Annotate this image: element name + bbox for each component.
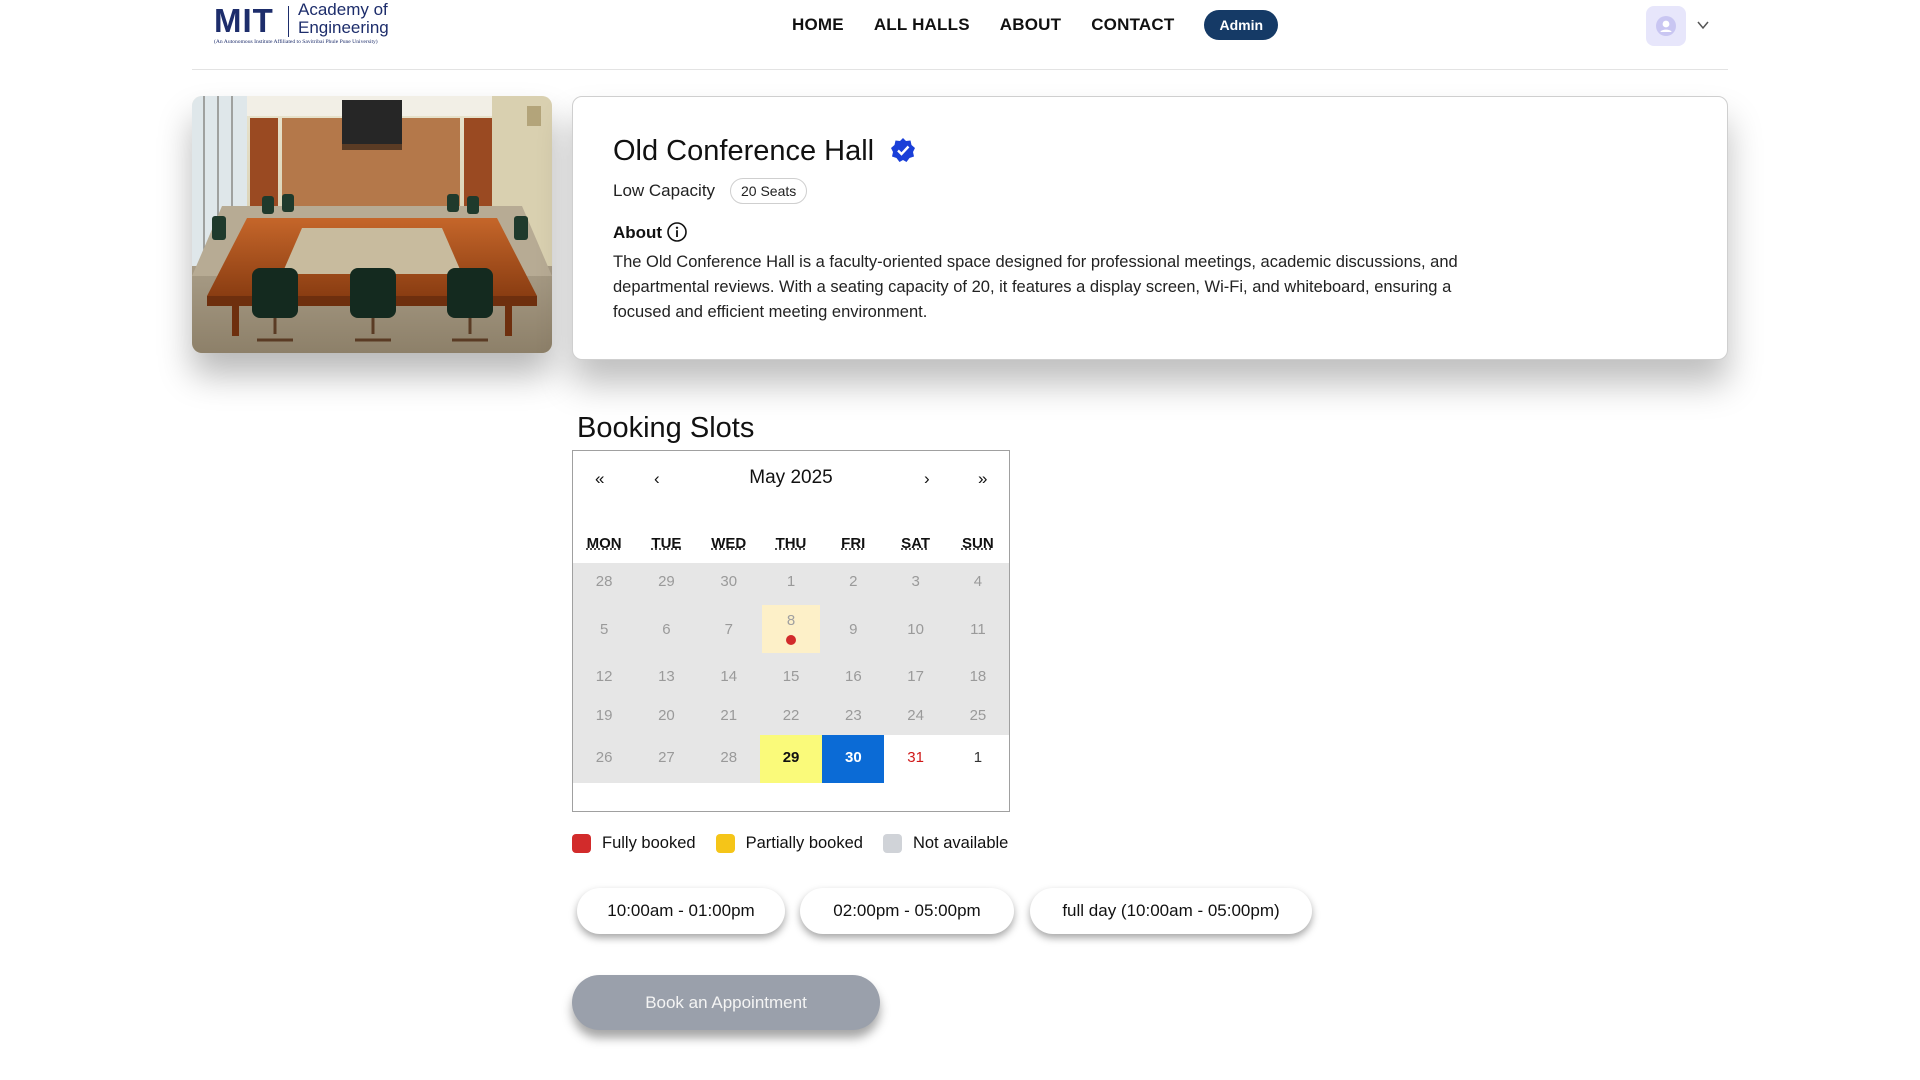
- logo-subtitle: (An Autonomous Institute Affiliated to S…: [214, 39, 378, 45]
- calendar-day[interactable]: 8: [760, 612, 822, 629]
- weekday-mon: MON: [586, 535, 622, 552]
- calendar-day[interactable]: 19: [573, 707, 635, 724]
- booking-title: Booking Slots: [577, 412, 755, 444]
- booked-indicator-dot: [786, 635, 797, 645]
- calendar-day[interactable]: 18: [947, 668, 1009, 685]
- logo[interactable]: MIT Academy of Engineering (An Autonomou…: [214, 0, 424, 52]
- legend-label: Not available: [912, 834, 1009, 852]
- slot-morning-button[interactable]: 10:00am - 01:00pm: [577, 888, 785, 934]
- calendar-month[interactable]: May 2025: [573, 467, 1009, 489]
- calendar-day[interactable]: 29: [760, 749, 822, 766]
- weekday-thu: THU: [775, 535, 807, 552]
- header: MIT Academy of Engineering (An Autonomou…: [192, 0, 1728, 70]
- admin-button[interactable]: Admin: [1204, 10, 1279, 40]
- calendar-day[interactable]: 29: [635, 573, 697, 590]
- weekday-sat: SAT: [901, 535, 930, 552]
- nav-home[interactable]: HOME: [792, 15, 844, 35]
- calendar-day[interactable]: 17: [885, 668, 947, 685]
- chevron-down-icon[interactable]: [1696, 18, 1710, 32]
- hall-description: The Old Conference Hall is a faculty-ori…: [613, 253, 1458, 321]
- weekday-fri: FRI: [841, 535, 866, 552]
- calendar-day[interactable]: 22: [760, 707, 822, 724]
- calendar-day[interactable]: 26: [573, 749, 635, 766]
- calendar-day[interactable]: 5: [573, 621, 635, 638]
- logo-name: Academy of Engineering: [298, 0, 389, 37]
- calendar-day[interactable]: 28: [698, 749, 760, 766]
- calendar-day[interactable]: 30: [698, 573, 760, 590]
- next-month-button[interactable]: ›: [924, 469, 930, 489]
- calendar-day[interactable]: 25: [947, 707, 1009, 724]
- main-nav: HOME ALL HALLS ABOUT CONTACT Admin: [792, 10, 1279, 40]
- calendar-day[interactable]: 28: [573, 573, 635, 590]
- logo-mark: MIT: [214, 2, 274, 39]
- about-label: About: [613, 223, 663, 242]
- slot-afternoon-button[interactable]: 02:00pm - 05:00pm: [800, 888, 1014, 934]
- calendar-legend: Fully booked Partially booked Not availa…: [572, 834, 1028, 853]
- avatar[interactable]: [1646, 6, 1686, 46]
- weekday-tue: TUE: [651, 535, 682, 552]
- hall-info-card: Old Conference Hall Low Capacity 20 Seat…: [572, 96, 1728, 360]
- calendar-day[interactable]: 6: [635, 621, 697, 638]
- calendar-day[interactable]: 3: [885, 573, 947, 590]
- calendar-day[interactable]: 7: [698, 621, 760, 638]
- calendar-day[interactable]: 1: [947, 749, 1009, 766]
- calendar-day[interactable]: 31: [885, 749, 947, 766]
- logo-divider: [288, 6, 289, 37]
- calendar-day[interactable]: 21: [698, 707, 760, 724]
- slot-full-day-button[interactable]: full day (10:00am - 05:00pm): [1030, 888, 1312, 934]
- calendar-day[interactable]: 14: [698, 668, 760, 685]
- calendar-day[interactable]: 15: [760, 668, 822, 685]
- book-appointment-button[interactable]: Book an Appointment: [572, 975, 880, 1030]
- calendar-day[interactable]: 4: [947, 573, 1009, 590]
- legend-swatch-red: [572, 834, 591, 853]
- user-menu[interactable]: [1646, 6, 1716, 46]
- calendar-day[interactable]: 24: [885, 707, 947, 724]
- calendar-day[interactable]: 20: [635, 707, 697, 724]
- legend-swatch-gray: [882, 834, 902, 853]
- calendar-day[interactable]: 2: [822, 573, 884, 590]
- capacity-label: Low Capacity: [613, 181, 716, 200]
- calendar-day[interactable]: 12: [573, 668, 635, 685]
- hall-photo: [192, 96, 552, 353]
- nav-contact[interactable]: CONTACT: [1091, 15, 1174, 35]
- next-year-button[interactable]: »: [978, 469, 987, 489]
- seats-badge: 20 Seats: [730, 178, 808, 204]
- verified-badge-icon: [891, 138, 915, 162]
- calendar-day[interactable]: 23: [822, 707, 884, 724]
- calendar-day[interactable]: 16: [822, 668, 884, 685]
- booking-calendar: « ‹ May 2025 › » MON TUE WED THU FRI SAT…: [572, 450, 1010, 812]
- nav-about[interactable]: ABOUT: [1000, 15, 1061, 35]
- weekday-wed: WED: [711, 535, 747, 552]
- weekday-header: MON TUE WED THU FRI SAT SUN: [573, 535, 1009, 552]
- legend-swatch-yellow: [715, 834, 735, 853]
- calendar-day[interactable]: 10: [885, 621, 947, 638]
- calendar-day[interactable]: 30: [822, 749, 884, 766]
- calendar-day[interactable]: 27: [635, 749, 697, 766]
- legend-fully-booked: Fully booked: [572, 834, 696, 853]
- calendar-days: 28 29 30 1 2 3 4 5 6 7 8 9 10 11 12 13 14 15 16 17 18 19 20 21 2…: [573, 563, 1009, 812]
- weekday-sun: SUN: [961, 535, 994, 552]
- calendar-day[interactable]: 1: [760, 573, 822, 590]
- legend-not-available: Not available: [882, 834, 1009, 853]
- calendar-day[interactable]: 13: [635, 668, 697, 685]
- info-icon[interactable]: [666, 221, 688, 243]
- user-icon: [1656, 16, 1676, 36]
- nav-all-halls[interactable]: ALL HALLS: [874, 15, 970, 35]
- calendar-day[interactable]: 11: [947, 621, 1009, 638]
- hall-title: Old Conference Hall: [613, 135, 875, 167]
- conference-room-image: [192, 96, 552, 353]
- calendar-day[interactable]: 9: [822, 621, 884, 638]
- legend-label: Partially booked: [745, 834, 863, 852]
- legend-label: Fully booked: [602, 834, 696, 852]
- legend-partially-booked: Partially booked: [715, 834, 863, 853]
